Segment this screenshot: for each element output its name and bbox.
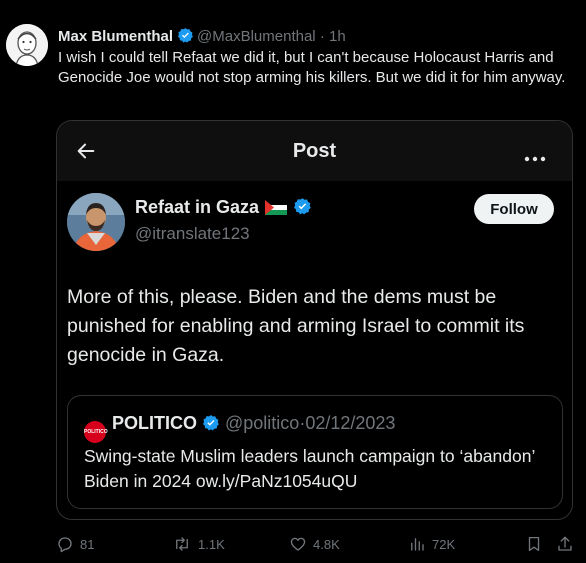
verified-icon xyxy=(202,414,220,437)
reply-count: 81 xyxy=(80,536,95,552)
verified-icon xyxy=(293,197,312,221)
more-icon xyxy=(524,149,546,167)
like-button[interactable]: 4.8K xyxy=(289,532,340,556)
repost-button[interactable]: 1.1K xyxy=(172,532,225,556)
embedded-author-handle: @itranslate123 xyxy=(135,224,250,243)
quoted-author-handle: @politico xyxy=(225,413,300,433)
embedded-author-avatar xyxy=(67,193,125,251)
quoted-date: 02/12/2023 xyxy=(305,413,396,433)
header-separator: · xyxy=(319,28,325,45)
author-handle[interactable]: @MaxBlumenthal xyxy=(197,28,316,45)
repost-icon xyxy=(176,537,188,551)
post-view-header: Post xyxy=(57,121,572,181)
quoted-post-header: POLITICO POLITICO @politico·02/12/2023 xyxy=(84,413,395,443)
share-button[interactable] xyxy=(556,532,580,556)
share-icon xyxy=(558,536,572,551)
politico-logo: POLITICO xyxy=(84,421,108,443)
post-view-title: Post xyxy=(292,140,337,162)
views-count: 72K xyxy=(432,536,456,552)
verified-icon xyxy=(177,27,194,49)
embedded-author-name: Refaat in Gaza xyxy=(135,197,260,217)
post-time[interactable]: 1h xyxy=(329,28,346,45)
like-count: 4.8K xyxy=(313,536,340,552)
quoted-author-name: POLITICO xyxy=(112,413,197,433)
embedded-post-image[interactable]: Post Refaat in Gaza @itranslate123 Follo… xyxy=(56,120,573,520)
author-name[interactable]: Max Blumenthal xyxy=(58,28,173,45)
quoted-post: POLITICO POLITICO @politico·02/12/2023 Swi… xyxy=(67,395,563,509)
views-button[interactable]: 72K xyxy=(408,532,455,556)
views-icon xyxy=(411,538,424,551)
reply-icon xyxy=(58,537,72,553)
bookmark-icon xyxy=(528,536,540,552)
quoted-post-text: Swing-state Muslim leaders launch campai… xyxy=(84,446,535,491)
action-bar: 81 1.1K 4.8K 72K xyxy=(0,532,586,556)
tweet-header: Max Blumenthal @MaxBlumenthal · 1h xyxy=(58,27,574,49)
embedded-post-text: More of this, please. Biden and the dems… xyxy=(67,286,525,366)
palestine-flag-icon xyxy=(265,199,288,220)
like-icon xyxy=(290,537,306,551)
tweet: Max Blumenthal @MaxBlumenthal · 1h I wish… xyxy=(0,0,586,563)
bookmark-button[interactable] xyxy=(525,532,549,556)
tweet-text: I wish I could tell Refaat we did it, bu… xyxy=(58,49,566,86)
repost-count: 1.1K xyxy=(198,536,225,552)
reply-button[interactable]: 81 xyxy=(56,532,94,556)
embedded-author-line: Refaat in Gaza xyxy=(135,197,315,221)
avatar[interactable] xyxy=(6,24,48,66)
follow-button: Follow xyxy=(474,194,554,224)
